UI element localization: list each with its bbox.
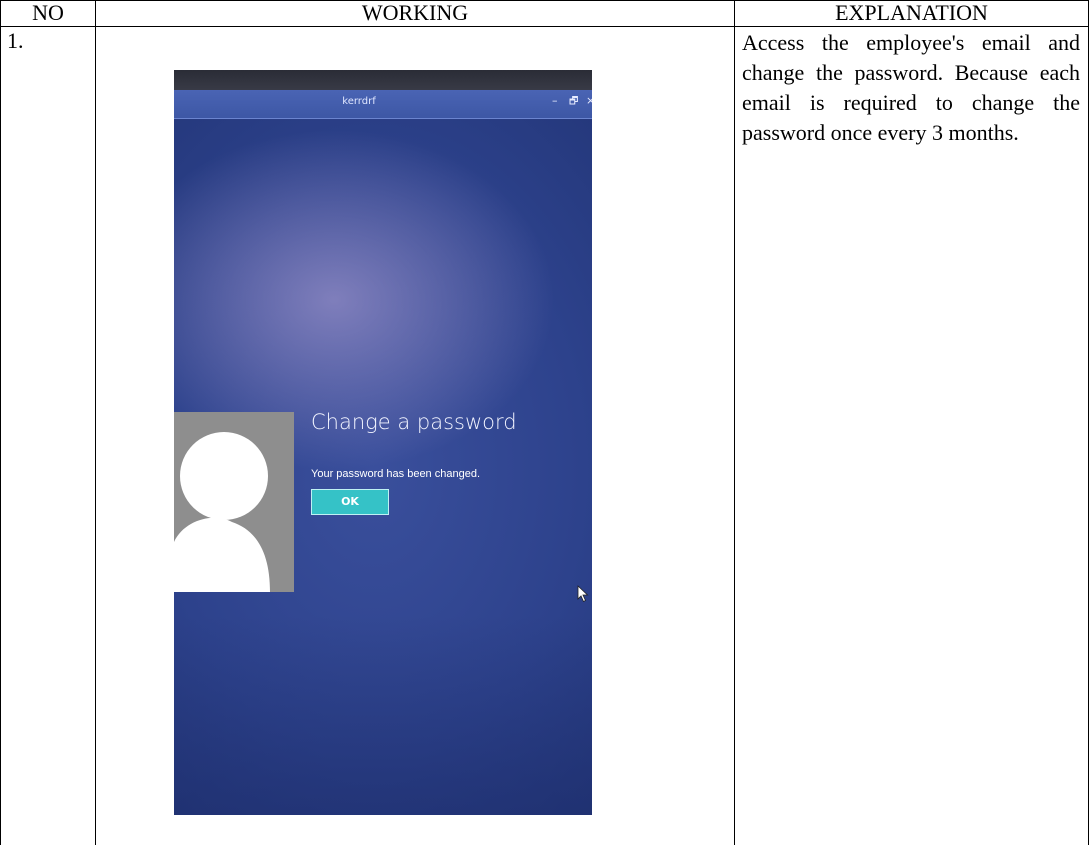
window-title: kerrdrf	[342, 96, 376, 107]
photo-shading	[174, 615, 592, 815]
user-avatar	[174, 412, 294, 592]
ok-button[interactable]: OK	[311, 489, 389, 515]
table-border-left	[0, 0, 1, 845]
header-no: NO	[32, 0, 64, 25]
dialog-message: Your password has been changed.	[311, 468, 480, 480]
user-avatar-icon	[174, 432, 270, 592]
dialog-title: Change a password	[311, 410, 517, 434]
header-working: WORKING	[361, 0, 469, 25]
minimize-icon[interactable]: –	[552, 94, 558, 107]
close-icon[interactable]: ×	[586, 94, 592, 107]
document-table: NO WORKING EXPLANATION 1. Access the emp…	[0, 0, 1089, 845]
column-divider-working	[734, 0, 735, 845]
maximize-icon[interactable]: 🗗	[569, 94, 578, 111]
header-row-divider	[0, 26, 1089, 27]
monitor-bezel	[174, 70, 592, 90]
explanation-text: Access the employee's email and change t…	[742, 30, 1080, 145]
mouse-cursor-icon	[577, 585, 589, 603]
header-explanation: EXPLANATION	[835, 0, 988, 25]
row-number: 1.	[7, 28, 24, 53]
working-screenshot-photo: kerrdrf – 🗗 × Change a password Your pas…	[174, 70, 592, 815]
column-divider-no	[95, 0, 96, 845]
window-titlebar: kerrdrf – 🗗 ×	[174, 90, 592, 119]
